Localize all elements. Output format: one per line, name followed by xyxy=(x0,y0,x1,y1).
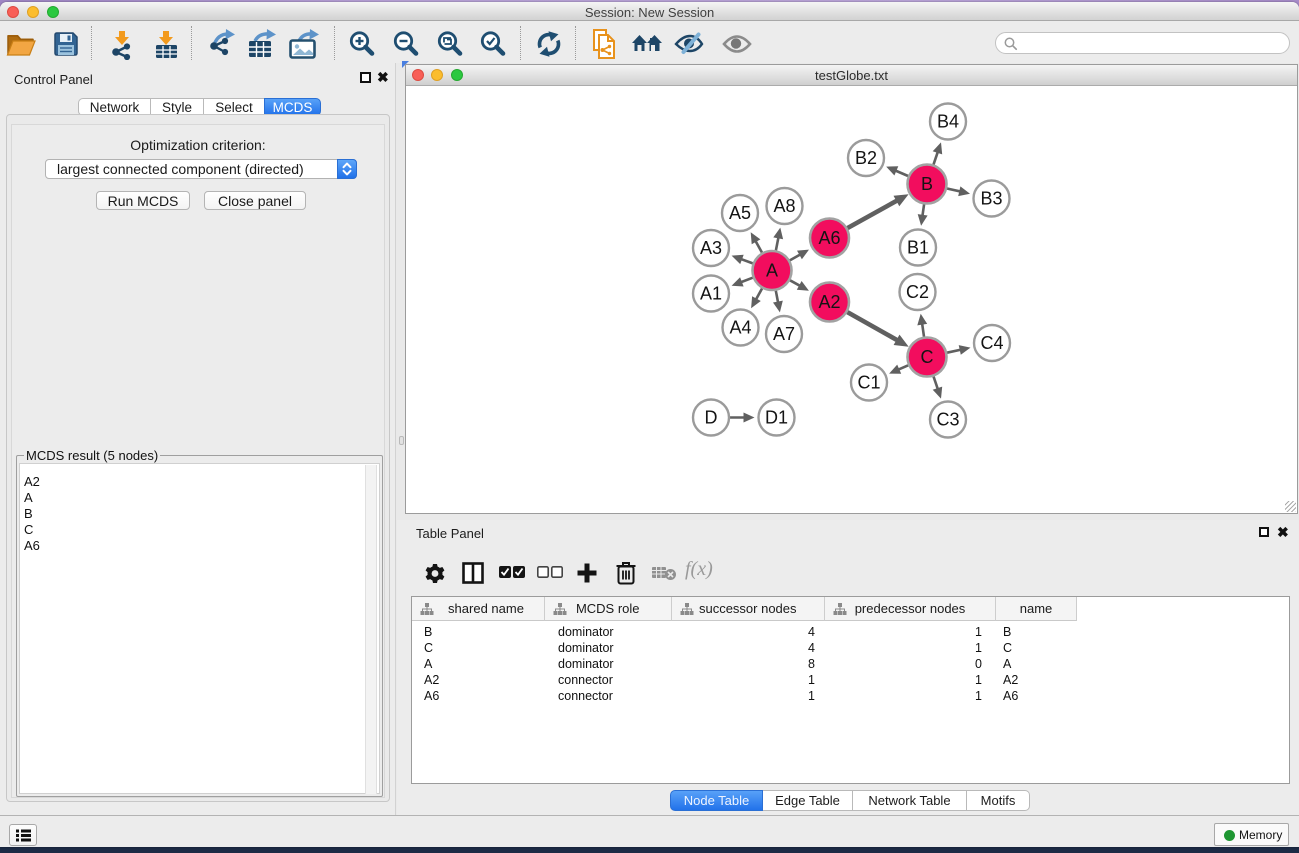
svg-text:A: A xyxy=(766,261,778,281)
svg-text:C3: C3 xyxy=(936,410,959,430)
svg-text:C2: C2 xyxy=(906,282,929,302)
svg-text:A8: A8 xyxy=(773,196,795,216)
svg-text:A1: A1 xyxy=(700,284,722,304)
svg-text:A3: A3 xyxy=(700,238,722,258)
svg-text:B3: B3 xyxy=(980,189,1002,209)
svg-text:A6: A6 xyxy=(818,228,840,248)
svg-text:C1: C1 xyxy=(857,373,880,393)
svg-text:A4: A4 xyxy=(729,318,751,338)
svg-text:C4: C4 xyxy=(980,333,1003,353)
svg-text:D: D xyxy=(705,408,718,428)
svg-text:B: B xyxy=(921,174,933,194)
svg-text:A5: A5 xyxy=(729,203,751,223)
svg-text:B4: B4 xyxy=(937,112,959,132)
svg-text:B2: B2 xyxy=(855,148,877,168)
svg-text:A7: A7 xyxy=(773,324,795,344)
svg-text:A2: A2 xyxy=(818,292,840,312)
svg-text:D1: D1 xyxy=(765,408,788,428)
svg-text:B1: B1 xyxy=(907,238,929,258)
svg-text:C: C xyxy=(921,347,934,367)
